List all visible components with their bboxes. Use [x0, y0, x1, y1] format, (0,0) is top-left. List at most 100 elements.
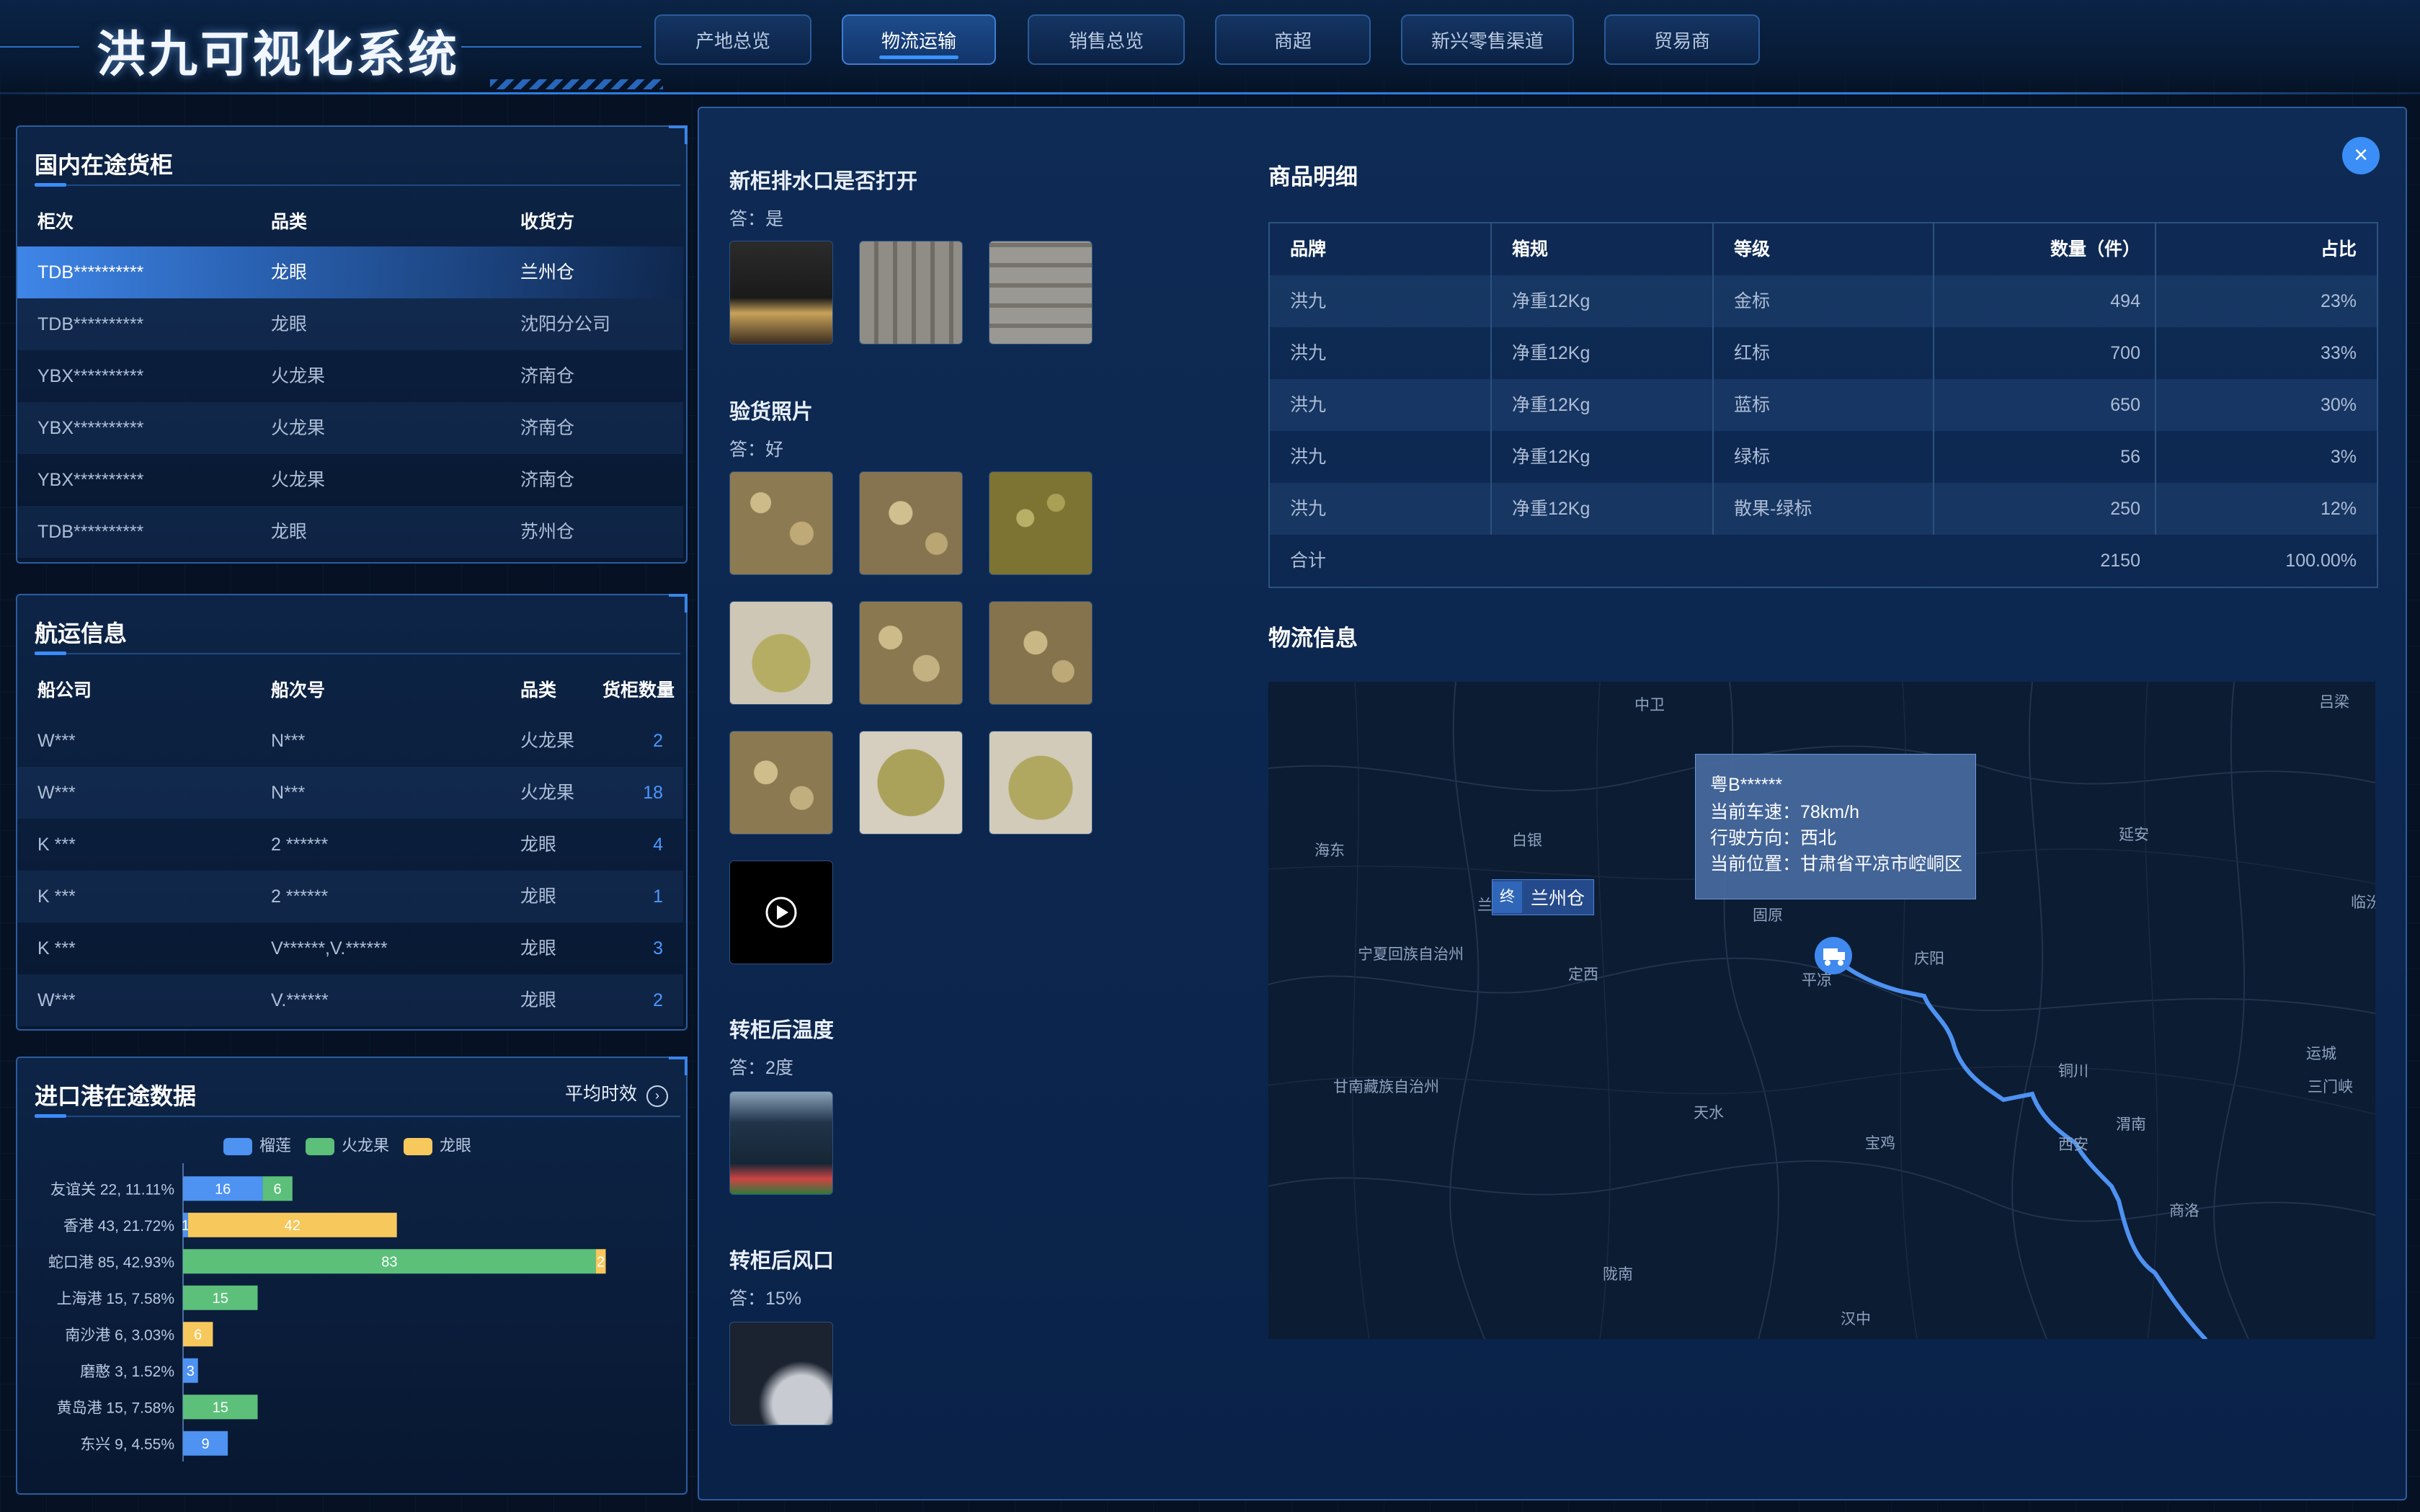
video-thumbnail[interactable] — [729, 860, 833, 964]
table-cell: 净重12Kg — [1512, 447, 1591, 467]
table-row[interactable]: TDB********** 龙眼 苏州仓 — [17, 506, 683, 558]
photo-thumbnail[interactable] — [729, 1091, 833, 1195]
nav-tab-new-retail[interactable]: 新兴零售渠道 — [1401, 14, 1574, 65]
chevron-right-circle-icon: › — [646, 1085, 668, 1107]
column-divider — [1712, 223, 1714, 535]
map-label: 兰 — [1477, 897, 1493, 914]
container-detail-panel: × 新柜排水口是否打开 答：是 验货照片 答：好 转柜后温度 答：2度 转柜后风… — [698, 107, 2407, 1500]
map-label: 商洛 — [2169, 1203, 2199, 1219]
photo-thumbnail[interactable] — [859, 601, 963, 705]
table-cell: 2 — [653, 731, 663, 751]
table-cell: 龙眼 — [271, 314, 308, 334]
logistics-map[interactable]: 中卫 吕梁 海东 白银 延安 固原 庆阳 临汾 宁夏回族自治州 定西 平凉 甘南… — [1268, 682, 2375, 1339]
table-cell: 2 ****** — [271, 835, 329, 855]
photo-thumbnail[interactable] — [729, 601, 833, 705]
map-label: 三门峡 — [2308, 1079, 2353, 1095]
app-title: 洪九可视化系统 — [97, 27, 461, 82]
bar-value-label: 6 — [194, 1327, 202, 1343]
panel-title-divider — [35, 184, 680, 186]
table-cell: 龙眼 — [520, 886, 557, 907]
table-cell: 250 — [2110, 499, 2140, 519]
table-row[interactable]: 洪九 净重12Kg 绿标 56 3% — [1270, 431, 2377, 483]
table-cell: 12% — [2320, 499, 2357, 519]
table-cell: 1 — [653, 886, 663, 907]
legend-swatch — [223, 1138, 252, 1156]
photo-thumbnail[interactable] — [729, 471, 833, 575]
question-answer: 答：15% — [729, 1289, 802, 1309]
column-header: 船公司 — [37, 680, 92, 701]
table-row[interactable]: 洪九 净重12Kg 红标 700 33% — [1270, 327, 2377, 379]
close-button[interactable]: × — [2342, 137, 2380, 174]
photo-thumbnail[interactable] — [989, 471, 1093, 575]
total-label: 合计 — [1290, 551, 1327, 571]
map-label: 定西 — [1568, 966, 1598, 983]
table-row[interactable]: K *** 2 ****** 龙眼 4 — [17, 819, 683, 871]
column-header: 箱规 — [1512, 239, 1549, 259]
legend-label: 龙眼 — [440, 1137, 472, 1155]
photo-thumbnail[interactable] — [729, 241, 833, 344]
bar-value-label: 3 — [187, 1364, 195, 1379]
table-row[interactable]: YBX********** 火龙果 济南仓 — [17, 402, 683, 454]
photo-thumbnail[interactable] — [729, 1322, 833, 1426]
table-cell: 18 — [643, 783, 663, 803]
photo-thumbnail[interactable] — [729, 731, 833, 835]
map-label: 吕梁 — [2319, 694, 2349, 711]
table-row[interactable]: W*** N*** 火龙果 2 — [17, 715, 683, 767]
question-title: 验货照片 — [729, 401, 814, 424]
table-row[interactable]: 洪九 净重12Kg 散果-绿标 250 12% — [1270, 483, 2377, 535]
map-label: 白银 — [1512, 832, 1542, 849]
destination-name: 兰州仓 — [1531, 889, 1585, 909]
destination-marker[interactable]: 终 兰州仓 — [1492, 879, 1595, 915]
table-cell: 苏州仓 — [520, 522, 575, 542]
table-total-row: 合计 2150 100.00% — [1270, 535, 2377, 587]
avg-time-button[interactable]: 平均时效 › — [565, 1080, 668, 1107]
question-title: 转柜后温度 — [729, 1019, 835, 1042]
photo-thumbnail[interactable] — [859, 471, 963, 575]
nav-tab-traders[interactable]: 贸易商 — [1604, 14, 1760, 65]
panel-title-accent — [35, 652, 66, 655]
nav-tab-supermarket[interactable]: 商超 — [1215, 14, 1371, 65]
table-cell: 济南仓 — [520, 418, 575, 438]
photo-thumbnail[interactable] — [859, 241, 963, 344]
legend-label: 火龙果 — [342, 1137, 390, 1155]
photo-thumbnail[interactable] — [859, 731, 963, 835]
table-cell: W*** — [37, 731, 76, 751]
table-row[interactable]: W*** N*** 火龙果 18 — [17, 767, 683, 819]
table-cell: N*** — [271, 731, 306, 751]
column-divider — [2155, 223, 2156, 535]
table-row[interactable]: YBX********** 火龙果 济南仓 — [17, 454, 683, 506]
table-row[interactable]: 洪九 净重12Kg 蓝标 650 30% — [1270, 379, 2377, 431]
nav-tab-sales[interactable]: 销售总览 — [1028, 14, 1185, 65]
table-cell: YBX********** — [37, 470, 144, 490]
table-row[interactable]: K *** 2 ****** 龙眼 1 — [17, 871, 683, 922]
table-cell: 2 ****** — [271, 886, 329, 907]
question-answer: 答：2度 — [729, 1058, 793, 1078]
y-tick-label: 南沙港 6, 3.03% — [65, 1327, 174, 1343]
table-row[interactable]: YBX********** 火龙果 济南仓 — [17, 350, 683, 402]
bar-value-label: 15 — [213, 1291, 228, 1307]
map-label: 天水 — [1694, 1105, 1724, 1121]
table-row[interactable]: TDB********** 龙眼 沈阳分公司 — [17, 298, 683, 350]
table-cell: 650 — [2110, 395, 2140, 415]
y-tick-label: 蛇口港 85, 42.93% — [48, 1254, 174, 1271]
photo-thumbnail[interactable] — [989, 731, 1093, 835]
photo-thumbnail[interactable] — [989, 601, 1093, 705]
table-row[interactable]: W*** V.****** 龙眼 2 — [17, 974, 683, 1026]
table-cell: 龙眼 — [271, 262, 308, 283]
table-cell: V******,V.****** — [271, 938, 388, 959]
panel-title-divider — [35, 653, 680, 654]
table-row[interactable]: 洪九 净重12Kg 金标 494 23% — [1270, 275, 2377, 327]
map-label: 固原 — [1753, 907, 1783, 924]
table-cell: 龙眼 — [520, 835, 557, 855]
table-row[interactable]: TDB********** 龙眼 兰州仓 — [17, 246, 683, 298]
bar-value-label: 15 — [213, 1400, 228, 1415]
nav-tab-origin[interactable]: 产地总览 — [654, 14, 811, 65]
photo-thumbnail[interactable] — [989, 241, 1093, 344]
table-cell: 龙眼 — [520, 938, 557, 959]
panel-title-accent — [35, 1114, 66, 1118]
table-row[interactable]: K *** V******,V.****** 龙眼 3 — [17, 922, 683, 974]
nav-tab-logistics[interactable]: 物流运输 — [842, 14, 996, 65]
table-cell: 洪九 — [1290, 343, 1327, 363]
question-answer: 答：好 — [729, 440, 784, 460]
map-label: 宁夏回族自治州 — [1358, 946, 1464, 963]
